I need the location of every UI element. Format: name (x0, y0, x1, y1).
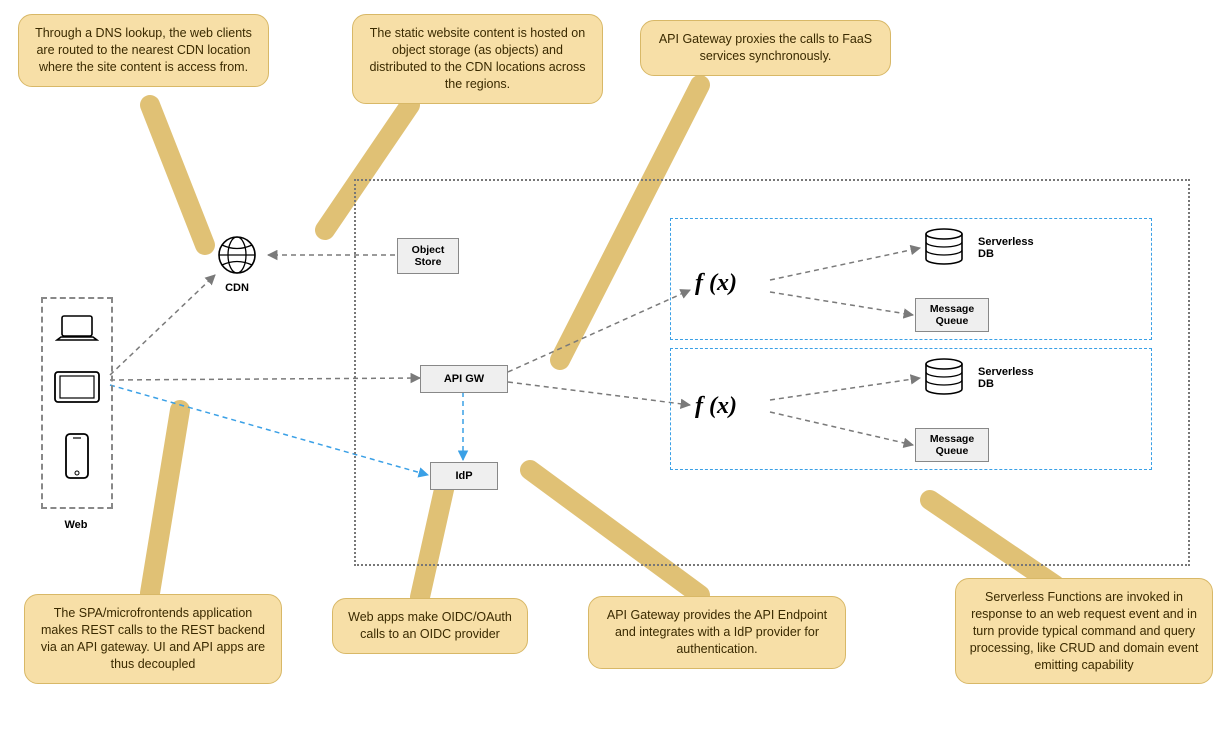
laptop-icon (55, 313, 99, 347)
web-label: Web (61, 519, 91, 531)
devices-group (41, 297, 113, 509)
fx-1: f (x) (695, 270, 737, 297)
mq-node-1: Message Queue (915, 298, 989, 332)
idp-node: IdP (430, 462, 498, 490)
api-gw-node: API GW (420, 365, 508, 393)
callout-object-store: The static website content is hosted on … (352, 14, 603, 104)
service-group-2 (670, 348, 1152, 470)
db-icon-1 (922, 227, 966, 267)
db-label-2: Serverless DB (978, 366, 1058, 390)
phone-icon (63, 431, 91, 481)
callout-spa: The SPA/microfrontends application makes… (24, 594, 282, 684)
mq-node-2: Message Queue (915, 428, 989, 462)
fx-2: f (x) (695, 393, 737, 420)
cdn-label: CDN (222, 282, 252, 294)
db-label-1: Serverless DB (978, 236, 1058, 260)
callout-api-gw-idp: API Gateway provides the API Endpoint an… (588, 596, 846, 669)
callout-dns: Through a DNS lookup, the web clients ar… (18, 14, 269, 87)
tablet-icon (52, 369, 102, 407)
cdn-icon (216, 234, 258, 276)
db-icon-2 (922, 357, 966, 397)
service-group-1 (670, 218, 1152, 340)
object-store-node: Object Store (397, 238, 459, 274)
callout-serverless: Serverless Functions are invoked in resp… (955, 578, 1213, 684)
callout-api-gw-proxy: API Gateway proxies the calls to FaaS se… (640, 20, 891, 76)
callout-oidc: Web apps make OIDC/OAuth calls to an OID… (332, 598, 528, 654)
